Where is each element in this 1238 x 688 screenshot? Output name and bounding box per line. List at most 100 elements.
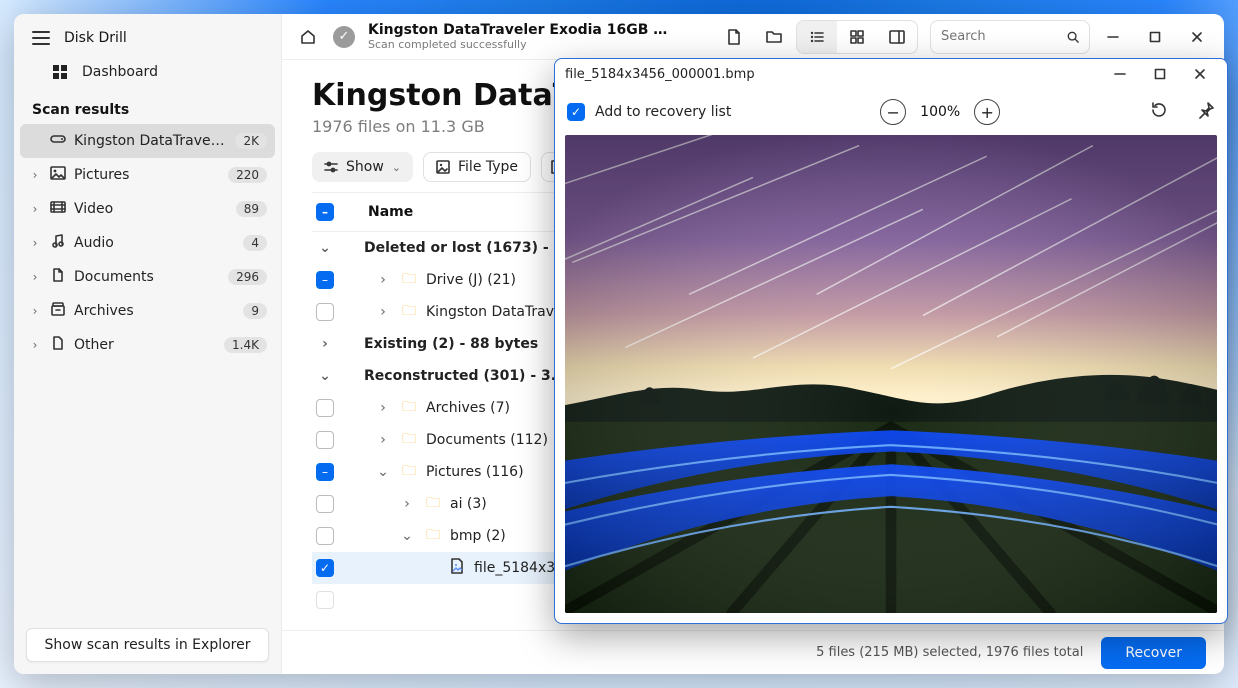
drive-icon bbox=[50, 133, 66, 149]
window-maximize-button[interactable] bbox=[1143, 61, 1177, 87]
zoom-out-button[interactable]: − bbox=[880, 99, 906, 125]
app-name: Disk Drill bbox=[64, 30, 127, 46]
sidebar-item-video[interactable]: › Video 89 bbox=[20, 192, 275, 226]
chevron-right-icon[interactable]: › bbox=[374, 272, 392, 288]
sidebar-item-audio[interactable]: › Audio 4 bbox=[20, 226, 275, 260]
row-label: bmp (2) bbox=[450, 528, 506, 544]
folder-icon: 🗀 bbox=[400, 268, 418, 292]
recover-button[interactable]: Recover bbox=[1101, 637, 1206, 669]
sidebar-dashboard-label: Dashboard bbox=[82, 64, 158, 80]
view-list-button[interactable] bbox=[797, 21, 837, 53]
chevron-right-icon[interactable]: › bbox=[398, 496, 416, 512]
pin-button[interactable] bbox=[1197, 101, 1215, 123]
window-minimize-button[interactable] bbox=[1103, 61, 1137, 87]
document-icon bbox=[50, 268, 66, 286]
filter-label: Show bbox=[346, 159, 384, 175]
search-box[interactable] bbox=[930, 20, 1090, 54]
sidebar-item-archives[interactable]: › Archives 9 bbox=[20, 294, 275, 328]
status-bar: 5 files (215 MB) selected, 1976 files to… bbox=[282, 630, 1224, 674]
view-grid-button[interactable] bbox=[837, 21, 877, 53]
chevron-down-icon[interactable]: ⌄ bbox=[316, 240, 334, 256]
row-checkbox[interactable]: – bbox=[316, 463, 334, 481]
audio-icon bbox=[50, 234, 66, 252]
preview-titlebar[interactable]: file_5184x3456_000001.bmp bbox=[555, 59, 1227, 89]
archive-icon bbox=[50, 302, 66, 320]
chevron-down-icon: ⌄ bbox=[392, 161, 401, 174]
window-close-button[interactable] bbox=[1183, 61, 1217, 87]
chevron-right-icon[interactable]: › bbox=[316, 336, 334, 352]
preview-image[interactable] bbox=[565, 135, 1217, 613]
sidebar-item-pictures[interactable]: › Pictures 220 bbox=[20, 158, 275, 192]
column-name: Name bbox=[368, 204, 413, 220]
sidebar-dashboard[interactable]: Dashboard bbox=[14, 56, 281, 88]
row-checkbox[interactable] bbox=[316, 527, 334, 545]
chevron-down-icon[interactable]: ⌄ bbox=[374, 464, 392, 480]
preview-toolbar: ✓ Add to recovery list − 100% + bbox=[555, 89, 1227, 135]
folder-icon: 🗀 bbox=[400, 396, 418, 420]
caret-icon[interactable]: › bbox=[28, 168, 42, 182]
chevron-down-icon[interactable]: ⌄ bbox=[398, 528, 416, 544]
chevron-right-icon[interactable]: › bbox=[374, 400, 392, 416]
filter-file-type[interactable]: File Type bbox=[423, 152, 531, 182]
sidebar-item-label: Other bbox=[74, 337, 216, 353]
row-checkbox[interactable] bbox=[316, 303, 334, 321]
sidebar-item-label: Documents bbox=[74, 269, 220, 285]
add-to-recovery-checkbox[interactable]: ✓ Add to recovery list bbox=[567, 103, 731, 121]
row-checkbox[interactable] bbox=[316, 431, 334, 449]
row-checkbox[interactable] bbox=[316, 495, 334, 513]
show-in-explorer-button[interactable]: Show scan results in Explorer bbox=[26, 628, 269, 662]
image-file-icon bbox=[448, 558, 466, 578]
topbar-subtitle: Scan completed successfully bbox=[368, 38, 678, 51]
sidebar-badge: 296 bbox=[228, 269, 267, 285]
add-to-recovery-label: Add to recovery list bbox=[595, 104, 731, 120]
scan-complete-icon: ✓ bbox=[330, 19, 358, 55]
row-label: Archives (7) bbox=[426, 400, 510, 416]
row-label: Documents (112) bbox=[426, 432, 548, 448]
filter-show[interactable]: Show ⌄ bbox=[312, 152, 413, 182]
sidebar-item-label: Archives bbox=[74, 303, 235, 319]
caret-icon[interactable]: › bbox=[28, 304, 42, 318]
caret-icon[interactable]: › bbox=[28, 202, 42, 216]
folder-icon: 🗀 bbox=[424, 524, 442, 548]
window-minimize-button[interactable] bbox=[1094, 20, 1132, 54]
sidebar-item-label: Pictures bbox=[74, 167, 220, 183]
sidebar-item-other[interactable]: › Other 1.4K bbox=[20, 328, 275, 362]
search-icon bbox=[1067, 30, 1079, 44]
row-checkbox[interactable]: ✓ bbox=[316, 559, 334, 577]
topbar-title: Kingston DataTraveler Exodia 16GB USB 3.… bbox=[368, 22, 678, 38]
chevron-right-icon[interactable]: › bbox=[374, 304, 392, 320]
new-file-button[interactable] bbox=[716, 19, 752, 55]
select-all-checkbox[interactable]: – bbox=[316, 203, 334, 221]
preview-filename: file_5184x3456_000001.bmp bbox=[565, 67, 755, 82]
other-icon bbox=[50, 336, 66, 354]
row-label: Drive (J) (21) bbox=[426, 272, 516, 288]
home-button[interactable] bbox=[290, 19, 326, 55]
row-checkbox[interactable]: – bbox=[316, 271, 334, 289]
window-close-button[interactable] bbox=[1178, 20, 1216, 54]
preview-window: file_5184x3456_000001.bmp ✓ Add to recov… bbox=[554, 58, 1228, 624]
folder-icon: 🗀 bbox=[400, 460, 418, 484]
caret-icon[interactable]: › bbox=[28, 270, 42, 284]
sidebar-badge: 89 bbox=[236, 201, 267, 217]
caret-icon[interactable]: › bbox=[28, 236, 42, 250]
chevron-down-icon[interactable]: ⌄ bbox=[316, 368, 334, 384]
picture-icon bbox=[50, 166, 66, 184]
row-label: ai (3) bbox=[450, 496, 487, 512]
new-folder-button[interactable] bbox=[756, 19, 792, 55]
row-checkbox[interactable] bbox=[316, 399, 334, 417]
view-panel-button[interactable] bbox=[877, 21, 917, 53]
chevron-right-icon[interactable]: › bbox=[374, 432, 392, 448]
sidebar-item-documents[interactable]: › Documents 296 bbox=[20, 260, 275, 294]
rotate-button[interactable] bbox=[1149, 100, 1169, 124]
sidebar-item-label: Kingston DataTraveler Ex… bbox=[74, 133, 227, 149]
caret-icon[interactable]: › bbox=[28, 338, 42, 352]
sidebar-item-device[interactable]: Kingston DataTraveler Ex… 2K bbox=[20, 124, 275, 158]
window-maximize-button[interactable] bbox=[1136, 20, 1174, 54]
row-checkbox[interactable] bbox=[316, 591, 334, 609]
hamburger-icon[interactable] bbox=[32, 31, 50, 45]
search-input[interactable] bbox=[941, 29, 1059, 44]
sidebar-tree: Kingston DataTraveler Ex… 2K › Pictures … bbox=[14, 124, 281, 616]
sidebar-badge: 1.4K bbox=[224, 337, 267, 353]
zoom-in-button[interactable]: + bbox=[974, 99, 1000, 125]
sliders-icon bbox=[324, 161, 338, 173]
